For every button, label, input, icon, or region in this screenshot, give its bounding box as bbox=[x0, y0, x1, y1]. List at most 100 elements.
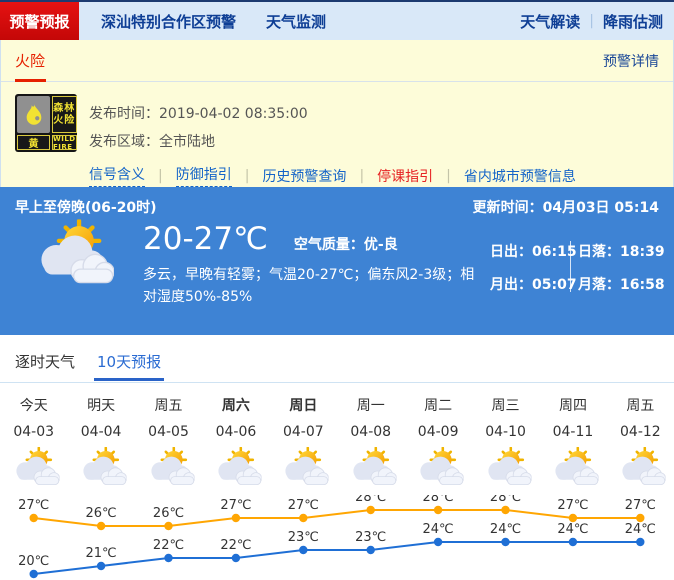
warning-link-5[interactable]: 省内城市预警信息 bbox=[464, 166, 576, 186]
warning-link-3[interactable]: 历史预警查询 bbox=[262, 166, 346, 186]
low-temp-point bbox=[367, 546, 375, 554]
low-temp-label: 23℃ bbox=[355, 530, 386, 545]
partly-cloudy-icon bbox=[28, 219, 114, 287]
link-separator: | bbox=[158, 168, 163, 184]
nav-right-item-2[interactable]: 降雨估测 bbox=[603, 11, 663, 32]
tab-ten-day-forecast[interactable]: 10天预报 bbox=[97, 351, 161, 372]
high-temp-label: 27℃ bbox=[625, 498, 656, 513]
current-weather-header: 早上至傍晚(06-20时) 更新时间：04月03日 05:14 bbox=[0, 187, 674, 217]
publish-area: 发布区域：全市陆地 bbox=[89, 128, 659, 156]
partly-cloudy-icon bbox=[607, 447, 674, 491]
air-quality: 空气质量：优-良 bbox=[294, 234, 398, 254]
warning-category-tab[interactable]: 火险 bbox=[15, 50, 45, 71]
sun-moon-times: 日出：06:15日落：18:39月出：05:07月落：16:58 bbox=[490, 241, 666, 294]
high-temp-point bbox=[97, 522, 105, 530]
warning-level-english: WILD FIRE bbox=[52, 135, 77, 150]
nav-item-2[interactable]: 天气监测 bbox=[266, 11, 326, 32]
high-temp-point bbox=[30, 514, 38, 522]
forecast-col-04-04[interactable]: 明天04-04 bbox=[67, 383, 134, 491]
forecast-date-label: 04-10 bbox=[472, 424, 539, 440]
moonset-time: 月落：16:58 bbox=[578, 274, 666, 294]
low-temp-label: 20℃ bbox=[18, 554, 49, 569]
forecast-day-label: 周一 bbox=[337, 395, 404, 415]
forecast-day-label: 周六 bbox=[202, 395, 269, 415]
warning-details-link[interactable]: 预警详情 bbox=[603, 51, 659, 71]
high-temp-point bbox=[232, 514, 240, 522]
temperature-trend-chart: 27℃26℃26℃27℃27℃28℃28℃28℃27℃27℃20℃21℃22℃2… bbox=[0, 495, 674, 580]
nav-links: 深汕特别合作区预警 天气监测 bbox=[101, 2, 326, 40]
high-temp-point bbox=[367, 506, 375, 514]
forecast-date-label: 04-06 bbox=[202, 424, 269, 440]
forecast-col-04-12[interactable]: 周五04-12 bbox=[607, 383, 674, 491]
low-temp-point bbox=[434, 538, 442, 546]
warning-info: 发布时间：2019-04-02 08:35:00 发布区域：全市陆地 信号含义|… bbox=[89, 92, 659, 187]
forecast-day-label: 周五 bbox=[607, 395, 674, 415]
forecast-date-label: 04-07 bbox=[270, 424, 337, 440]
forecast-col-04-05[interactable]: 周五 04-05 bbox=[135, 383, 202, 491]
forecast-date-label: 04-05 bbox=[135, 424, 202, 440]
flame-icon bbox=[17, 96, 50, 133]
forecast-col-04-11[interactable]: 周四04-11 bbox=[539, 383, 606, 491]
warning-link-4[interactable]: 停课指引 bbox=[377, 166, 433, 186]
partly-cloudy-icon bbox=[202, 447, 269, 491]
tab-hourly-weather[interactable]: 逐时天气 bbox=[15, 351, 75, 372]
current-weather-body: 20-27℃ 空气质量：优-良 多云，早晚有轻雾；气温20-27℃；偏东风2-3… bbox=[0, 215, 674, 335]
forecast-date-label: 04-08 bbox=[337, 424, 404, 440]
current-weather-panel: 早上至傍晚(06-20时) 更新时间：04月03日 05:14 20-27℃ 空… bbox=[0, 187, 674, 335]
low-temp-label: 24℃ bbox=[557, 522, 588, 537]
low-temp-point bbox=[232, 554, 240, 562]
forecast-col-04-03[interactable]: 今天 04-03 bbox=[0, 383, 67, 491]
link-separator: | bbox=[446, 168, 451, 184]
low-temp-label: 21℃ bbox=[86, 546, 117, 561]
forecast-col-04-10[interactable]: 周三04-10 bbox=[472, 383, 539, 491]
nav-item-1[interactable]: 深汕特别合作区预警 bbox=[101, 11, 236, 32]
nav-separator: | bbox=[589, 13, 594, 29]
forecast-day-label: 周二 bbox=[404, 395, 471, 415]
forecast-day-label: 今天 bbox=[0, 395, 67, 415]
forecast-tabs-bar: 逐时天气 10天预报 bbox=[0, 335, 674, 383]
ten-day-forecast-grid: 今天04-03明天04-04周五04-05周六04-06周日04-07周一04-… bbox=[0, 383, 674, 491]
warning-icon-title: 森林火险 bbox=[52, 96, 77, 133]
warning-link-2[interactable]: 防御指引 bbox=[176, 164, 232, 187]
sunset-time: 日落：18:39 bbox=[578, 241, 666, 261]
forecast-date-label: 04-03 bbox=[0, 424, 67, 440]
high-temp-label: 26℃ bbox=[86, 506, 117, 521]
forecast-col-04-06[interactable]: 周六 04-06 bbox=[202, 383, 269, 491]
partly-cloudy-icon bbox=[337, 447, 404, 491]
low-temp-label: 22℃ bbox=[153, 538, 184, 553]
low-temp-label: 22℃ bbox=[220, 538, 251, 553]
partly-cloudy-icon bbox=[0, 447, 67, 491]
partly-cloudy-icon bbox=[472, 447, 539, 491]
temperature-range: 20-27℃ bbox=[143, 221, 268, 257]
high-temp-label: 27℃ bbox=[557, 498, 588, 513]
forecast-col-04-09[interactable]: 周二 04-09 bbox=[404, 383, 471, 491]
forecast-date-label: 04-11 bbox=[539, 424, 606, 440]
forecast-col-04-08[interactable]: 周一 04-08 bbox=[337, 383, 404, 491]
forecast-date-label: 04-04 bbox=[67, 424, 134, 440]
high-temp-label: 27℃ bbox=[288, 498, 319, 513]
nav-tab-warning-forecast[interactable]: 预警预报 bbox=[0, 2, 79, 40]
high-temp-point bbox=[569, 514, 577, 522]
series-low: 20℃21℃22℃22℃23℃23℃24℃24℃24℃24℃ bbox=[18, 522, 656, 578]
partly-cloudy-icon bbox=[135, 447, 202, 491]
current-conditions: 20-27℃ 空气质量：优-良 多云，早晚有轻雾；气温20-27℃；偏东风2-3… bbox=[143, 221, 483, 309]
warning-links-row: 信号含义|防御指引|历史预警查询|停课指引|省内城市预警信息 bbox=[89, 164, 659, 187]
forecast-period-title: 早上至傍晚(06-20时) bbox=[15, 197, 157, 217]
nav-right-item-1[interactable]: 天气解读 bbox=[520, 11, 580, 32]
partly-cloudy-icon bbox=[270, 447, 337, 491]
forecast-day-label: 周五 bbox=[135, 395, 202, 415]
partly-cloudy-icon bbox=[67, 447, 134, 491]
warning-link-1[interactable]: 信号含义 bbox=[89, 164, 145, 187]
low-temp-point bbox=[636, 538, 644, 546]
warning-body: 森林火险 黄 WILD FIRE 发布时间：2019-04-02 08:35:0… bbox=[1, 82, 673, 187]
partly-cloudy-icon bbox=[539, 447, 606, 491]
high-temp-label: 26℃ bbox=[153, 506, 184, 521]
forecast-col-04-07[interactable]: 周日04-07 bbox=[270, 383, 337, 491]
low-temp-label: 24℃ bbox=[625, 522, 656, 537]
high-temp-label: 27℃ bbox=[18, 498, 49, 513]
high-temp-point bbox=[636, 514, 644, 522]
forecast-date-label: 04-09 bbox=[404, 424, 471, 440]
high-temp-label: 28℃ bbox=[355, 495, 386, 505]
high-temp-point bbox=[299, 514, 307, 522]
weather-warning-page: 预警预报 深汕特别合作区预警 天气监测 天气解读 | 降雨估测 火险 预警详情 森林火… bbox=[0, 0, 674, 580]
